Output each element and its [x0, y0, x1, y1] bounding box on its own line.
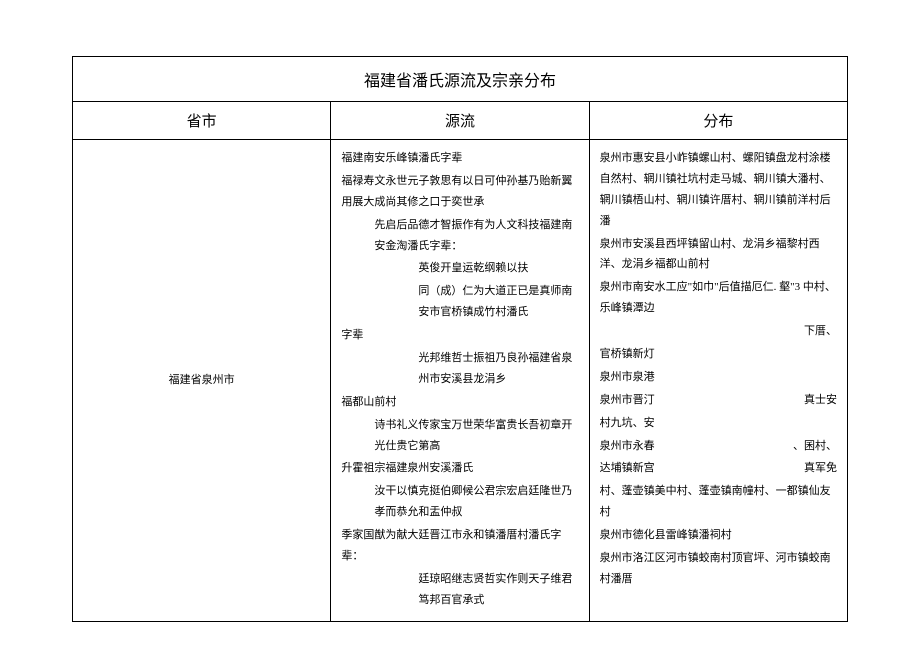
origin-line: 季家国猷为献大廷晋江市永和镇潘厝村潘氏字辈：	[341, 525, 578, 567]
origin-line: 英俊开皇运乾纲赖以扶	[341, 258, 578, 279]
origin-line: 光邦维哲士振祖乃良孙福建省泉州市安溪县龙涓乡	[341, 348, 578, 390]
origin-line: 福都山前村	[341, 392, 578, 413]
distribution-line: 泉州市泉港	[600, 367, 837, 388]
origin-line: 先启后品德才智振作有为人文科技福建南安金淘潘氏字辈：	[341, 215, 578, 257]
header-province: 省市	[73, 102, 331, 140]
origin-line: 汝干以慎克挺伯卿候公君宗宏启廷隆世乃孝而恭允和盂仲叔	[341, 481, 578, 523]
distribution-line: 村九坑、安	[600, 413, 837, 434]
distribution-line: 官桥镇新灯	[600, 344, 837, 365]
distribution-line: 村、蓬壶镇美中村、蓬壶镇南幢村、一都镇仙友村	[600, 481, 837, 523]
origin-line: 福建南安乐峰镇潘氏字辈	[341, 148, 578, 169]
distribution-line: 泉州市洛江区河市镇蛟南村顶官坪、河市镇蛟南村潘厝	[600, 548, 837, 590]
header-origin: 源流	[331, 102, 589, 140]
cell-province: 福建省泉州市	[73, 140, 331, 622]
origin-line: 升霍祖宗福建泉州安溪潘氏	[341, 458, 578, 479]
origin-line: 同（成）仁为大道正已是真师南安市官桥镇成竹村潘氏	[341, 281, 578, 323]
distribution-line: 泉州市安溪县西坪镇留山村、龙涓乡福黎村西洋、龙涓乡福都山前村	[600, 234, 837, 276]
cell-distribution: 泉州市惠安县小岞镇螺山村、螺阳镇盘龙村涂楼自然村、辋川镇社坑村走马城、辋川镇大潘…	[589, 140, 847, 622]
distribution-line: 泉州市南安水工应"如巾"后值描厄仁. 壑"3 中村、乐峰镇潭边	[600, 277, 837, 319]
table-title: 福建省潘氏源流及宗亲分布	[73, 57, 848, 102]
origin-line: 廷琼昭继志贤哲实作则天子维君笃邦百官承式	[341, 569, 578, 611]
origin-line: 字辈	[341, 325, 578, 346]
distribution-line: 达埔镇新宫真军免	[600, 458, 837, 479]
cell-origin: 福建南安乐峰镇潘氏字辈福禄寿文永世元子敦思有以日可仲孙基乃贻新翼用展大成尚其修之…	[331, 140, 589, 622]
origin-line: 福禄寿文永世元子敦思有以日可仲孙基乃贻新翼用展大成尚其修之口于奕世承	[341, 171, 578, 213]
distribution-line: 泉州市德化县雷峰镇潘祠村	[600, 525, 837, 546]
genealogy-table: 福建省潘氏源流及宗亲分布 省市 源流 分布 福建省泉州市 福建南安乐峰镇潘氏字辈…	[72, 56, 848, 622]
origin-line: 诗书礼义传家宝万世荣华富贵长吾初章开光仕贵它第高	[341, 415, 578, 457]
distribution-line: 泉州市永春、囷村、	[600, 436, 837, 457]
header-distribution: 分布	[589, 102, 847, 140]
distribution-line: 泉州市惠安县小岞镇螺山村、螺阳镇盘龙村涂楼自然村、辋川镇社坑村走马城、辋川镇大潘…	[600, 148, 837, 232]
distribution-line: 泉州市晋汀真士安	[600, 390, 837, 411]
distribution-line: 下厝、	[600, 321, 837, 342]
